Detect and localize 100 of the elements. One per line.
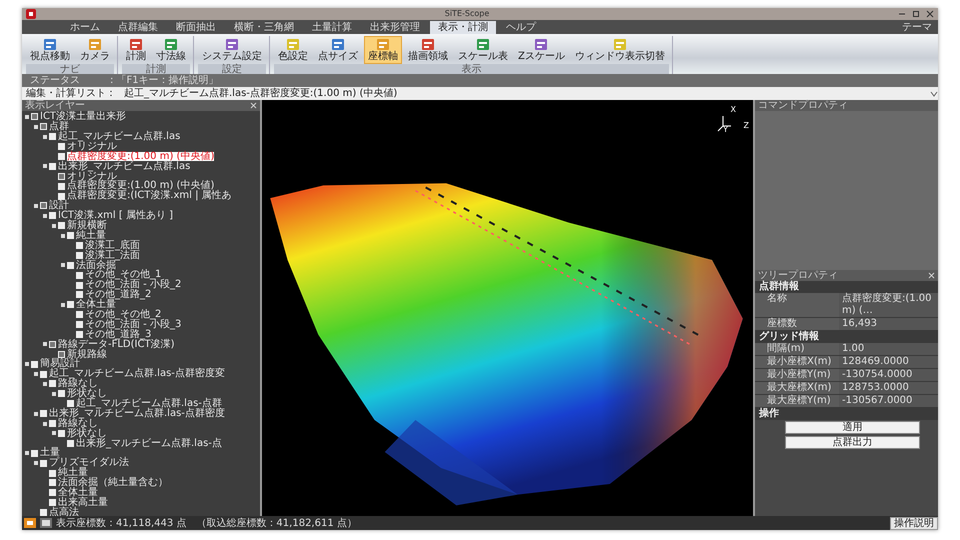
tree-item[interactable]: その他_道路_3 [85,330,152,340]
toolbar-button[interactable]: 寸法線 [152,36,190,64]
theme-menu[interactable]: テーマ [902,21,938,34]
checkbox[interactable] [76,331,83,338]
checkbox[interactable] [31,113,38,120]
tree-item[interactable]: 浚渫工_底面 [85,240,140,250]
tree-item[interactable]: 点群密度変更:(ICT浚渫.xml | 属性あ [67,191,232,201]
checkbox[interactable] [49,380,56,388]
menu-tab[interactable]: 出来形管理 [362,21,428,34]
tree-item[interactable]: プリズモイダル法 [49,458,129,468]
checkbox[interactable] [40,370,47,378]
toolbar-button[interactable]: Zスケール [514,36,569,64]
checkbox[interactable] [58,153,65,160]
tree-item[interactable]: 路線なし [58,379,98,389]
tree-item[interactable]: ICT浚渫.xml [ 属性あり ] [58,211,173,221]
expand-icon[interactable] [61,263,65,268]
expand-icon[interactable] [43,342,47,346]
checkbox[interactable] [31,360,38,368]
checkbox[interactable] [76,272,83,279]
tree-item[interactable]: 点群密度変更:(1.00 m) (中央値) [67,152,214,162]
menu-tab[interactable]: ヘルプ [498,21,544,34]
expand-icon[interactable] [43,214,47,218]
tree-item[interactable]: 新規横断 [67,220,107,230]
checkbox[interactable] [49,479,56,486]
tree-item[interactable]: 全体土量 [58,488,98,498]
toolbar-button[interactable]: システム設定 [198,36,266,64]
checkbox[interactable] [58,350,65,358]
view-mode-icon[interactable] [40,518,52,528]
toolbar-button[interactable]: 描画領域 [404,36,452,64]
tree-item[interactable]: 起工_マルチビーム点群.las-点群密度変 [49,369,225,379]
checkbox[interactable] [76,291,83,298]
expand-icon[interactable] [34,204,38,208]
toolbar-button[interactable]: 点サイズ [314,36,362,64]
expand-icon[interactable] [43,422,47,426]
action-button[interactable]: 点群出力 [785,436,920,449]
tree-item[interactable]: 形状なし [67,428,107,438]
tree-item[interactable]: その他_法面 - 小段_3 [85,320,182,330]
checkbox[interactable] [76,252,83,259]
checkbox[interactable] [40,202,47,210]
checkbox[interactable] [76,321,83,328]
checkbox[interactable] [67,400,74,408]
toolbar-button[interactable]: スケール表 [454,36,512,64]
checkbox[interactable] [49,340,56,348]
checkbox[interactable] [58,390,65,398]
checkbox[interactable] [49,133,56,140]
tree-item[interactable]: 路線なし [58,418,98,428]
tree-item[interactable]: 純土量 [58,468,88,478]
toolbar-button[interactable]: 計測 [122,36,150,64]
toolbar-button[interactable]: 色設定 [274,36,312,64]
checkbox[interactable] [40,460,47,467]
tree-item[interactable]: 路線データ-FLD(ICT浚渫) [58,340,174,350]
checkbox[interactable] [76,311,83,318]
checkbox[interactable] [67,232,74,240]
menu-tab[interactable]: 土量計算 [304,21,360,34]
action-button[interactable]: 適用 [785,421,920,434]
checkbox[interactable] [76,282,83,289]
menu-tab[interactable]: 点群編集 [110,21,166,34]
toolbar-button[interactable]: 視点移動 [26,36,74,64]
tree-item[interactable]: 点群密度変更:(1.00 m) (中央値) [67,181,214,191]
tree-item[interactable]: 設計 [49,201,69,211]
tree-item[interactable]: その他_道路_2 [85,290,152,300]
tree-item[interactable]: 浚渫工_法面 [85,250,140,260]
expand-icon[interactable] [25,114,29,119]
maximize-icon[interactable] [912,10,920,18]
expand-icon[interactable] [61,302,65,307]
checkbox[interactable] [49,470,56,476]
checkbox[interactable] [40,410,47,418]
expand-icon[interactable] [61,234,65,238]
checkbox[interactable] [58,192,65,200]
expand-icon[interactable] [25,362,29,366]
checkbox[interactable] [76,242,83,250]
tree-item[interactable]: 出来形_マルチビーム点群.las-点 [76,438,222,448]
checkbox[interactable] [58,172,65,180]
checkbox[interactable] [58,222,65,230]
checkbox[interactable] [58,182,65,190]
checkbox[interactable] [58,430,65,437]
tree-item[interactable]: ICT浚渫土量出来形 [40,112,126,122]
tree-item[interactable]: 全体土量 [76,300,116,310]
expand-icon[interactable] [34,412,38,416]
menu-tab[interactable]: 表示・計測 [430,21,496,34]
expand-icon[interactable] [25,451,29,456]
menu-tab[interactable]: ホーム [62,21,108,34]
tree-item[interactable]: 出来形_マルチビーム点群.las-点群密度 [49,408,225,418]
checkbox[interactable] [67,301,74,308]
checkbox[interactable] [49,499,56,506]
tree-item[interactable]: 点群 [49,122,69,132]
checkbox[interactable] [40,509,47,516]
menu-tab[interactable]: 断面抽出 [168,21,224,34]
expand-icon[interactable] [43,382,47,386]
tree-item[interactable]: その他_その他_2 [85,310,162,320]
help-button[interactable]: 操作説明 [890,516,938,530]
tree-item[interactable]: オリジナル [67,142,117,152]
checkbox[interactable] [40,123,47,130]
tree-item[interactable]: 法面余掘（純土量含む） [58,478,168,488]
tree-item[interactable]: 土量 [40,448,60,458]
tree-item[interactable]: 純土量 [76,230,106,240]
expand-icon[interactable] [43,134,47,139]
toolbar-button[interactable]: ウィンドウ表示切替 [570,36,669,64]
checkbox[interactable] [67,440,74,447]
expand-icon[interactable] [52,431,56,436]
